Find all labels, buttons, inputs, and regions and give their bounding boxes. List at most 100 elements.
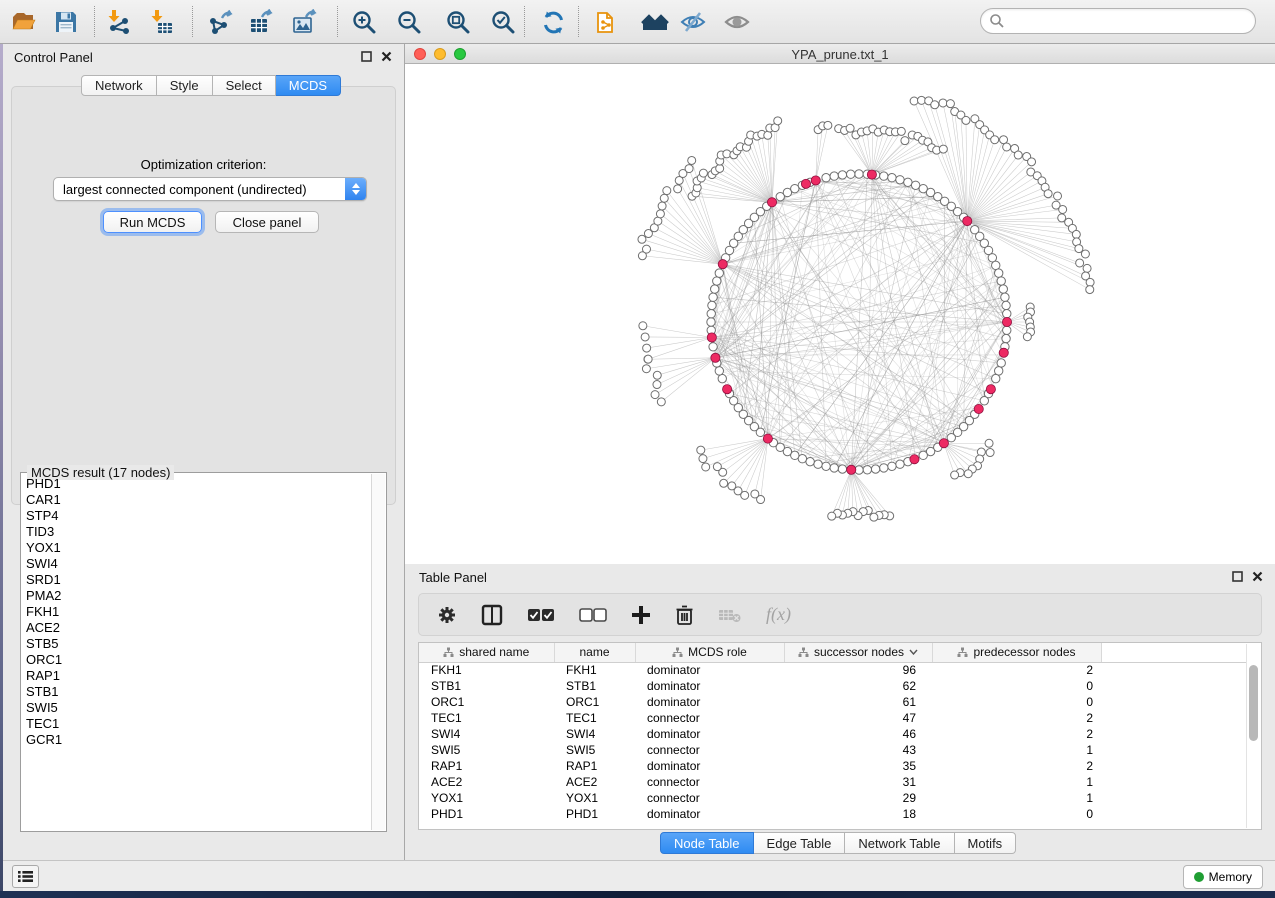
houses-icon: [641, 9, 669, 35]
table-cell: SWI4: [554, 726, 635, 742]
export-network-icon: [208, 9, 234, 35]
mcds-result-item[interactable]: CAR1: [26, 492, 371, 508]
table-row[interactable]: ORC1ORC1dominator610: [419, 694, 1249, 710]
mcds-result-item[interactable]: SWI5: [26, 700, 371, 716]
apply-layout-button[interactable]: [538, 7, 568, 37]
mcds-result-item[interactable]: PMA2: [26, 588, 371, 604]
deselect-all-icon[interactable]: [579, 608, 607, 622]
mcds-result-item[interactable]: RAP1: [26, 668, 371, 684]
table-cell-filler: [1101, 742, 1249, 758]
delete-column-trash-icon[interactable]: [675, 604, 694, 626]
table-row[interactable]: YOX1YOX1connector291: [419, 790, 1249, 806]
mcds-result-item[interactable]: ACE2: [26, 620, 371, 636]
memory-button[interactable]: Memory: [1183, 865, 1263, 889]
table-cell: connector: [635, 790, 784, 806]
mcds-result-item[interactable]: YOX1: [26, 540, 371, 556]
tab-node-table[interactable]: Node Table: [660, 832, 754, 854]
search-input[interactable]: [1005, 14, 1255, 29]
mcds-result-item[interactable]: TID3: [26, 524, 371, 540]
optimization-criterion-select[interactable]: largest connected component (undirected): [53, 177, 367, 201]
add-column-icon[interactable]: [631, 605, 651, 625]
close-icon[interactable]: [381, 51, 392, 62]
save-session-button[interactable]: [51, 7, 81, 37]
table-panel: Table Panel f(x) shared name name: [405, 564, 1275, 860]
tab-network-table[interactable]: Network Table: [845, 832, 954, 854]
table-toolbar: f(x): [418, 593, 1262, 636]
mcds-result-item[interactable]: SWI4: [26, 556, 371, 572]
mcds-result-item[interactable]: GCR1: [26, 732, 371, 748]
mcds-result-item[interactable]: STP4: [26, 508, 371, 524]
mcds-result-scrollbar[interactable]: [371, 474, 385, 830]
column-label: successor nodes: [814, 645, 904, 659]
run-mcds-button[interactable]: Run MCDS: [103, 211, 202, 233]
table-row[interactable]: RAP1RAP1dominator352: [419, 758, 1249, 774]
toolbar-separator: [192, 6, 193, 37]
zoom-in-button[interactable]: [349, 7, 379, 37]
table-cell: connector: [635, 742, 784, 758]
table-row[interactable]: SWI5SWI5connector431: [419, 742, 1249, 758]
table-scrollbar[interactable]: [1246, 644, 1260, 828]
tab-mcds[interactable]: MCDS: [276, 75, 341, 96]
table-cell-filler: [1101, 774, 1249, 790]
mcds-result-item[interactable]: PHD1: [26, 476, 371, 492]
column-header-predecessor-nodes[interactable]: predecessor nodes: [932, 643, 1101, 662]
column-header-shared-name[interactable]: shared name: [419, 643, 554, 662]
mcds-result-item[interactable]: STB5: [26, 636, 371, 652]
export-network-button[interactable]: [206, 7, 236, 37]
sort-desc-icon: [909, 649, 918, 655]
table-row[interactable]: ACE2ACE2connector311: [419, 774, 1249, 790]
mcds-result-item[interactable]: STB1: [26, 684, 371, 700]
zoom-out-button[interactable]: [394, 7, 424, 37]
mcds-tab-content: Optimization criterion: largest connecte…: [11, 86, 396, 505]
tab-select[interactable]: Select: [213, 75, 276, 96]
table-row[interactable]: STB1STB1dominator620: [419, 678, 1249, 694]
toolbar-search[interactable]: [980, 8, 1256, 34]
float-icon[interactable]: [361, 51, 372, 62]
export-image-icon: [292, 9, 318, 35]
column-header-successor-nodes[interactable]: successor nodes: [784, 643, 932, 662]
close-icon[interactable]: [1252, 571, 1263, 582]
mcds-result-item[interactable]: FKH1: [26, 604, 371, 620]
network-view-window: YPA_prune.txt_1: [405, 44, 1275, 564]
zoom-selected-button[interactable]: [488, 7, 518, 37]
show-all-button[interactable]: [722, 7, 752, 37]
task-history-button[interactable]: [12, 865, 39, 888]
first-neighbors-button[interactable]: [640, 7, 670, 37]
hide-selected-button[interactable]: [678, 7, 708, 37]
select-all-icon[interactable]: [527, 608, 555, 622]
table-row[interactable]: FKH1FKH1dominator962: [419, 662, 1249, 678]
tab-network[interactable]: Network: [81, 75, 157, 96]
column-header-mcds-role[interactable]: MCDS role: [635, 643, 784, 662]
optimization-criterion-label: Optimization criterion:: [12, 157, 395, 172]
mcds-result-item[interactable]: TEC1: [26, 716, 371, 732]
zoom-fit-button[interactable]: [443, 7, 473, 37]
tab-motifs[interactable]: Motifs: [955, 832, 1017, 854]
column-header-name[interactable]: name: [554, 643, 635, 662]
table-cell: SWI4: [419, 726, 554, 742]
open-session-button[interactable]: [8, 7, 38, 37]
import-network-button[interactable]: [104, 7, 134, 37]
close-panel-button[interactable]: Close panel: [215, 211, 319, 233]
table-cell: FKH1: [554, 662, 635, 678]
table-row[interactable]: TEC1TEC1connector472: [419, 710, 1249, 726]
export-image-button[interactable]: [290, 7, 320, 37]
table-scrollbar-thumb[interactable]: [1249, 665, 1258, 741]
table-row[interactable]: SWI4SWI4dominator462: [419, 726, 1249, 742]
node-table-body: FKH1FKH1dominator962STB1STB1dominator620…: [419, 662, 1249, 822]
import-table-button[interactable]: [147, 7, 177, 37]
new-network-from-selection-button[interactable]: [592, 7, 622, 37]
save-floppy-icon: [54, 10, 78, 34]
mcds-result-item[interactable]: ORC1: [26, 652, 371, 668]
network-canvas[interactable]: [405, 64, 1275, 564]
optimization-criterion-value: largest connected component (undirected): [54, 182, 345, 197]
show-columns-icon[interactable]: [481, 604, 503, 626]
table-cell-filler: [1101, 694, 1249, 710]
table-row[interactable]: PHD1PHD1dominator180: [419, 806, 1249, 822]
float-icon[interactable]: [1232, 571, 1243, 582]
export-table-button[interactable]: [247, 7, 277, 37]
tab-style[interactable]: Style: [157, 75, 213, 96]
mcds-result-item[interactable]: SRD1: [26, 572, 371, 588]
tab-edge-table[interactable]: Edge Table: [754, 832, 846, 854]
control-panel-tabs: Network Style Select MCDS: [81, 75, 341, 96]
table-settings-gear-icon[interactable]: [437, 605, 457, 625]
